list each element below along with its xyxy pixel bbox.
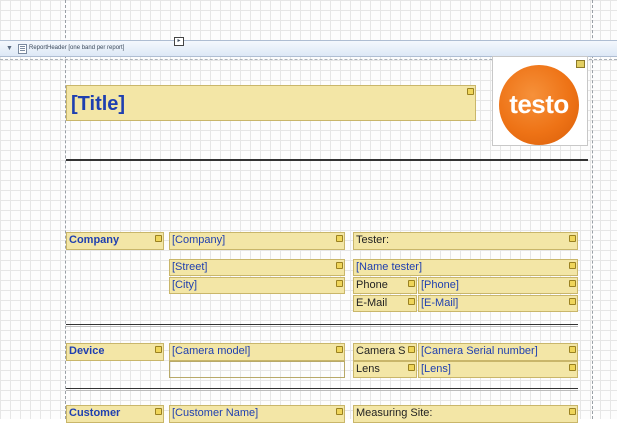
smart-tag-icon[interactable] <box>569 262 576 269</box>
smart-tag-icon[interactable] <box>569 280 576 287</box>
company-field[interactable]: [Company] <box>169 232 345 250</box>
report-header-band-caption[interactable]: ▼ ReportHeader [one band per report] ▸ <box>0 37 617 57</box>
logo-text: testo <box>509 89 569 119</box>
camera-serial-label-text: Camera S <box>356 345 406 357</box>
smart-tag-icon[interactable] <box>336 262 343 269</box>
smart-tag-icon[interactable] <box>155 346 162 353</box>
device-label-text: Device <box>69 345 105 357</box>
smart-tag-icon[interactable] <box>569 235 576 242</box>
title-separator-line <box>66 159 588 161</box>
street-field-text: [Street] <box>172 261 208 273</box>
smart-tag-icon[interactable] <box>569 408 576 415</box>
phone-label[interactable]: Phone <box>353 277 417 294</box>
customer-name-field[interactable]: [Customer Name] <box>169 405 345 423</box>
smart-tag-icon[interactable] <box>336 235 343 242</box>
camera-serial-field-text: [Camera Serial number] <box>421 345 538 357</box>
email-label-text: E-Mail <box>356 297 388 309</box>
phone-label-text: Phone <box>356 279 388 291</box>
smart-tag-icon[interactable] <box>336 408 343 415</box>
smart-tag-icon[interactable] <box>569 346 576 353</box>
title-text: [Title] <box>71 93 126 115</box>
company-separator-line <box>66 324 578 327</box>
phone-field[interactable]: [Phone] <box>418 277 578 294</box>
camera-model-field[interactable]: [Camera model] <box>169 343 345 361</box>
device-label[interactable]: Device <box>66 343 164 361</box>
band-document-icon <box>18 44 27 54</box>
smart-tag-icon[interactable] <box>155 408 162 415</box>
smart-tag-icon[interactable] <box>569 364 576 371</box>
city-field[interactable]: [City] <box>169 277 345 294</box>
title-field[interactable]: [Title] <box>66 85 476 121</box>
smart-tag-icon[interactable] <box>336 346 343 353</box>
email-field-text: [E-Mail] <box>421 297 459 309</box>
smart-tag-icon[interactable] <box>408 280 415 287</box>
measuring-site-label[interactable]: Measuring Site: <box>353 405 578 423</box>
smart-tag-icon[interactable] <box>569 298 576 305</box>
empty-field[interactable] <box>169 361 345 378</box>
customer-name-field-text: [Customer Name] <box>172 407 259 419</box>
phone-field-text: [Phone] <box>421 279 459 291</box>
customer-label-text: Customer <box>69 407 121 419</box>
logo-picture-box[interactable]: testo <box>492 56 588 146</box>
camera-serial-field[interactable]: [Camera Serial number] <box>418 343 578 361</box>
customer-label[interactable]: Customer <box>66 405 164 423</box>
lens-field[interactable]: [Lens] <box>418 361 578 378</box>
smart-tag-icon[interactable] <box>408 298 415 305</box>
right-margin-guide <box>592 0 593 419</box>
name-tester-field[interactable]: [Name tester] <box>353 259 578 276</box>
band-label: ReportHeader [one band per report] <box>29 45 125 51</box>
name-tester-field-text: [Name tester] <box>356 261 423 273</box>
picture-box-smart-tag-icon[interactable] <box>576 60 585 68</box>
lens-label[interactable]: Lens <box>353 361 417 378</box>
smart-tag-icon[interactable] <box>155 235 162 242</box>
device-separator-line <box>66 388 578 391</box>
smart-tag-icon[interactable] <box>408 346 415 353</box>
smart-tag-icon[interactable] <box>467 88 474 95</box>
company-label-text: Company <box>69 234 120 246</box>
street-field[interactable]: [Street] <box>169 259 345 276</box>
email-field[interactable]: [E-Mail] <box>418 295 578 312</box>
band-smart-tag-icon[interactable]: ▸ <box>174 37 184 46</box>
smart-tag-icon[interactable] <box>336 280 343 287</box>
camera-model-field-text: [Camera model] <box>172 345 251 357</box>
report-design-surface[interactable]: ▼ ReportHeader [one band per report] ▸ [… <box>0 0 617 423</box>
email-label[interactable]: E-Mail <box>353 295 417 312</box>
tester-label[interactable]: Tester: <box>353 232 578 250</box>
company-field-text: [Company] <box>172 234 226 246</box>
city-field-text: [City] <box>172 279 198 291</box>
company-label[interactable]: Company <box>66 232 164 250</box>
testo-logo: testo <box>499 65 579 145</box>
measuring-site-label-text: Measuring Site: <box>356 407 433 419</box>
lens-field-text: [Lens] <box>421 363 451 375</box>
tester-label-text: Tester: <box>356 234 390 246</box>
camera-serial-label[interactable]: Camera S <box>353 343 417 361</box>
smart-tag-icon[interactable] <box>408 364 415 371</box>
collapse-band-icon[interactable]: ▼ <box>6 41 13 56</box>
lens-label-text: Lens <box>356 363 380 375</box>
